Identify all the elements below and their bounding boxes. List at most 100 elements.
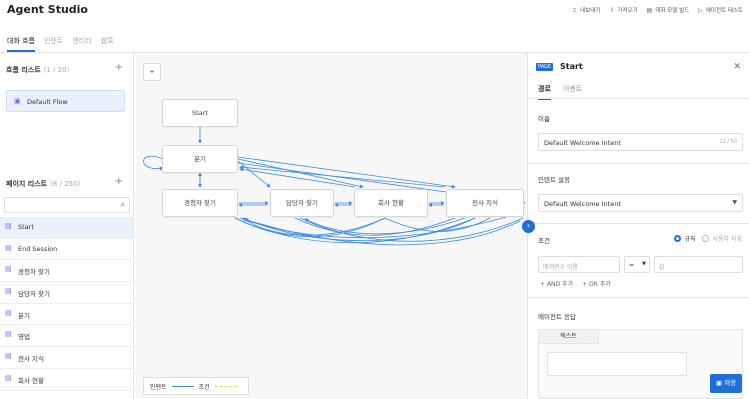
page-item-label: 전사 지식 (18, 355, 44, 364)
tab-intent[interactable]: 인텐트 (44, 30, 63, 52)
chevron-down-icon: ▼ (732, 199, 737, 206)
legend-intent-label: 인텐트 (150, 383, 167, 391)
radio-rule[interactable]: 규칙 (674, 234, 695, 243)
flow-item-default[interactable]: ▣ Default Flow (6, 90, 125, 112)
intent-setting-label: 인텐트 설정 (538, 176, 570, 184)
flow-item-label: Default Flow (27, 98, 68, 106)
or-add-button[interactable]: + OR 추가 (582, 279, 611, 288)
panel-divider (528, 98, 749, 99)
page-item-branch[interactable]: ▤ 분기 (0, 304, 133, 326)
condition-mode: 규칙 사용자 지정 (674, 234, 742, 243)
radio-custom-label: 사용자 지정 (712, 236, 742, 243)
and-add-label: AND 추가 (546, 281, 574, 288)
page-item-end-session[interactable]: ▤ End Session (0, 239, 133, 261)
save-button[interactable]: ▣ 저장 (710, 374, 742, 393)
page-item-sales[interactable]: ▤ 영업 (0, 325, 133, 348)
export-icon: ⇪ (572, 6, 578, 14)
edge-curve-10 (384, 217, 491, 232)
page-icon: ▤ (5, 243, 12, 252)
export-button[interactable]: ⇪ 내보내기 (572, 6, 601, 15)
radio-custom[interactable]: 사용자 지정 (702, 234, 742, 243)
and-add-button[interactable]: + AND 추가 (540, 279, 573, 288)
page-item-label: 회사 현황 (18, 376, 44, 385)
build-icon: ▤ (646, 6, 653, 14)
page-list: ▤ Start ▤ End Session ▤ 경청자 찾기 ▤ 담당자 찾기 ▤ 분기 … (0, 217, 133, 391)
legend-intent-line (171, 385, 194, 387)
node-listener[interactable]: 경청자 찾기 (162, 189, 238, 217)
operator-value: = (629, 262, 635, 269)
response-text-input[interactable] (547, 352, 687, 376)
build-model-button[interactable]: ▤ 대화 모델 빌드 (646, 6, 690, 15)
node-knowledge[interactable]: 전사 지식 (446, 189, 524, 217)
flow-canvas[interactable]: ⌖ Start 분기 경청자 찾기 담당자 찾기 회사 현황 전사 지식 인텐트… (135, 53, 527, 399)
flow-list-title: 흐름 리스트 (1 / 20) (6, 65, 69, 75)
page-search-input[interactable]: ⌕ (4, 197, 130, 213)
collapse-panel-button[interactable]: ‹ (522, 220, 535, 233)
section-divider (528, 223, 749, 224)
app-title: Agent Studio (7, 3, 88, 16)
left-panel: 흐름 리스트 (1 / 20) + ▣ Default Flow 페이지 리스트(… (0, 53, 134, 399)
condition-row: 매개변수 이름 = ▼ 값 (538, 256, 743, 273)
edge-n4-branch (239, 165, 446, 188)
condition-label: 조건 (538, 237, 550, 245)
add-page-button[interactable]: + (115, 176, 123, 187)
edge-n3-branch (239, 167, 356, 188)
radio-dot (674, 235, 682, 242)
page-list-title: 페이지 리스트 (8 / 250) (6, 179, 80, 189)
chevron-down-icon: ▼ (642, 261, 646, 267)
name-char-count: 22 / 50 (719, 139, 737, 145)
page-list-count: (8 / 250) (50, 180, 81, 188)
intent-select-value: Default Welcome Intent (544, 200, 621, 208)
top-actions: ⇪ 내보내기 ⇩ 가져오기 ▤ 대화 모델 빌드 ▷ 에이전트 테스트 (572, 6, 743, 15)
save-icon: ▣ (715, 379, 723, 387)
node-company[interactable]: 회사 현황 (354, 189, 428, 217)
tab-webhook[interactable]: 웹훅 (101, 30, 114, 52)
page-item-listener[interactable]: ▤ 경청자 찾기 (0, 260, 133, 283)
value-input[interactable]: 값 (654, 256, 743, 273)
page-icon: ▤ (5, 265, 12, 274)
import-button[interactable]: ⇩ 가져오기 (609, 6, 637, 15)
legend-condition-label: 조건 (198, 383, 210, 391)
add-flow-button[interactable]: + (115, 62, 123, 73)
intent-select[interactable]: Default Welcome Intent ▼ (538, 194, 743, 212)
edge-branch-loop (143, 155, 164, 171)
name-field[interactable]: Default Welcome Intent 22 / 50 (538, 133, 743, 151)
operator-select[interactable]: = ▼ (624, 256, 650, 273)
section-divider (528, 297, 749, 298)
name-label: 이름 (538, 115, 550, 123)
page-badge: PAGE (536, 63, 554, 71)
agent-response-label: 에이전트 응답 (538, 313, 576, 321)
tab-entity[interactable]: 엔티티 (72, 30, 91, 52)
flow-list-title-text: 흐름 리스트 (6, 66, 41, 74)
page-item-company[interactable]: ▤ 회사 현황 (0, 369, 133, 391)
page-item-knowledge[interactable]: ▤ 전사 지식 (0, 347, 133, 369)
export-label: 내보내기 (580, 8, 601, 14)
radio-rule-label: 규칙 (684, 236, 696, 243)
node-manager[interactable]: 담당자 찾기 (270, 189, 334, 217)
legend-condition-line (214, 385, 237, 387)
param-name-input[interactable]: 매개변수 이름 (538, 256, 620, 273)
flow-list-count: (1 / 20) (43, 66, 70, 74)
main-tabs: 대화 흐름 인텐트 엔티티 웹훅 (0, 30, 116, 52)
response-tab-text[interactable]: 텍스트 (539, 330, 599, 344)
node-start[interactable]: Start (162, 99, 238, 127)
flow-icon: ▣ (14, 97, 21, 105)
page-item-label: End Session (18, 244, 58, 253)
node-branch[interactable]: 분기 (162, 145, 238, 173)
page-item-label: 영업 (18, 333, 30, 342)
close-icon[interactable]: ✕ (733, 62, 741, 72)
page-item-manager[interactable]: ▤ 담당자 찾기 (0, 282, 133, 304)
page-icon: ▤ (5, 287, 12, 296)
test-icon: ▷ (698, 6, 703, 14)
save-label: 저장 (724, 379, 737, 387)
test-label: 에이전트 테스트 (705, 8, 743, 14)
or-add-label: OR 추가 (589, 281, 611, 288)
page-item-start[interactable]: ▤ Start (0, 217, 133, 239)
page-icon: ▤ (5, 330, 12, 339)
agent-test-button[interactable]: ▷ 에이전트 테스트 (698, 6, 743, 15)
tab-conversation-flow[interactable]: 대화 흐름 (7, 30, 35, 52)
page-item-label: 분기 (18, 311, 30, 320)
section-divider (528, 163, 749, 164)
import-icon: ⇩ (609, 6, 615, 14)
page-item-label: 경청자 찾기 (18, 268, 50, 277)
